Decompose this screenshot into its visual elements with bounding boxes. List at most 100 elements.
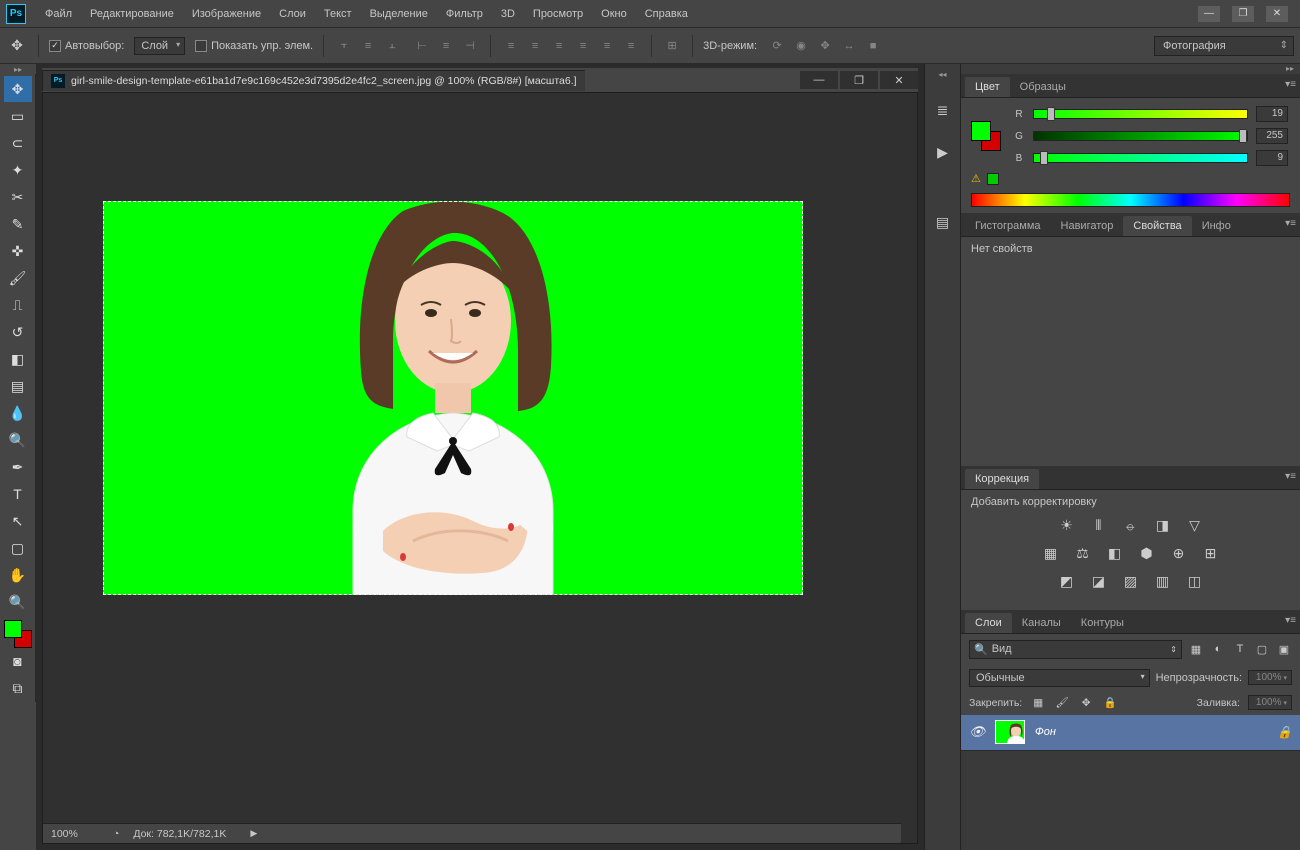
menu-image[interactable]: Изображение [183,4,270,24]
quick-mask-tool[interactable]: ◙ [4,648,32,674]
distribute-hcenter-icon[interactable]: ≡ [597,36,617,56]
distribute-left-icon[interactable]: ≡ [573,36,593,56]
zoom-tool[interactable]: 🔍 [4,589,32,615]
lock-pixels-icon[interactable]: 🖌 [1054,695,1070,711]
menu-select[interactable]: Выделение [361,4,437,24]
corrections-panel-menu-icon[interactable]: ▾≡ [1285,471,1296,482]
lock-transparency-icon[interactable]: ▦ [1030,695,1046,711]
workspace-select[interactable]: Фотография [1154,36,1294,56]
tab-corrections[interactable]: Коррекция [965,469,1039,489]
pen-tool[interactable]: ✒ [4,454,32,480]
screen-mode-tool[interactable]: ⧉ [4,675,32,701]
menu-3d[interactable]: 3D [492,4,524,24]
blur-tool[interactable]: 💧 [4,400,32,426]
invert-icon[interactable]: ◩ [1057,572,1077,592]
3d-slide-icon[interactable]: ↔ [839,36,859,56]
filter-adjustment-icon[interactable]: ◐ [1210,641,1226,657]
threshold-icon[interactable]: ▨ [1121,572,1141,592]
layer-locked-icon[interactable]: 🔒 [1277,725,1292,739]
hand-tool[interactable]: ✋ [4,562,32,588]
color-lookup-icon[interactable]: ⊞ [1201,544,1221,564]
layer-visibility-icon[interactable]: 👁 [969,724,985,740]
lock-all-icon[interactable]: 🔒 [1102,695,1118,711]
window-close-button[interactable]: ✕ [1266,6,1288,22]
black-white-icon[interactable]: ◧ [1105,544,1125,564]
3d-pan-icon[interactable]: ✥ [815,36,835,56]
history-brush-tool[interactable]: ↺ [4,319,32,345]
status-play-icon[interactable]: ▶ [250,828,257,839]
layer-thumbnail[interactable] [995,720,1025,744]
color-spectrum[interactable] [971,193,1290,207]
dodge-tool[interactable]: 🔍 [4,427,32,453]
properties-panel-menu-icon[interactable]: ▾≡ [1285,218,1296,229]
zoom-value[interactable]: 100% [51,828,99,840]
tab-layers[interactable]: Слои [965,613,1012,633]
curves-icon[interactable]: ⦵ [1121,516,1141,536]
g-slider[interactable] [1033,131,1248,141]
layer-item-background[interactable]: 👁 Фон 🔒 [961,715,1300,751]
window-restore-button[interactable]: ❐ [1232,6,1254,22]
toolbox-expand-icon[interactable]: ▸▸ [0,64,36,74]
actions-panel-icon[interactable]: ▶ [931,140,955,164]
opacity-input[interactable]: 100% [1248,670,1292,685]
distribute-bottom-icon[interactable]: ≡ [549,36,569,56]
tab-channels[interactable]: Каналы [1012,613,1071,633]
crop-tool[interactable]: ✂ [4,184,32,210]
menu-layers[interactable]: Слои [270,4,315,24]
distribute-vcenter-icon[interactable]: ≡ [525,36,545,56]
gradient-tool[interactable]: ▤ [4,373,32,399]
3d-orbit-icon[interactable]: ⟳ [767,36,787,56]
tab-navigator[interactable]: Навигатор [1051,216,1124,236]
align-top-icon[interactable]: ⫟ [334,36,354,56]
lock-position-icon[interactable]: ✥ [1078,695,1094,711]
auto-select-checkbox[interactable]: ✓ Автовыбор: [49,40,124,52]
menu-text[interactable]: Текст [315,4,361,24]
b-value[interactable]: 9 [1256,150,1288,166]
color-swatches[interactable] [4,620,32,648]
layer-filter-select[interactable]: 🔍 Вид ⇕ [969,640,1182,659]
show-transform-checkbox[interactable]: Показать упр. элем. [195,40,313,52]
r-slider[interactable] [1033,109,1248,119]
distribute-top-icon[interactable]: ≡ [501,36,521,56]
layers-panel-menu-icon[interactable]: ▾≡ [1285,615,1296,626]
fill-input[interactable]: 100% [1248,695,1292,710]
tab-color[interactable]: Цвет [965,77,1010,97]
gamut-swatch[interactable] [987,173,999,185]
distribute-right-icon[interactable]: ≡ [621,36,641,56]
foreground-swatch[interactable] [4,620,22,638]
g-value[interactable]: 255 [1256,128,1288,144]
menu-edit[interactable]: Редактирование [81,4,183,24]
gamut-warning-icon[interactable]: ⚠ [971,172,981,185]
healing-brush-tool[interactable]: ✜ [4,238,32,264]
eyedropper-tool[interactable]: ✎ [4,211,32,237]
clone-stamp-tool[interactable]: ⎍ [4,292,32,318]
doc-minimize-button[interactable]: — [800,71,838,89]
filter-pixel-icon[interactable]: ▦ [1188,641,1204,657]
canvas-viewport[interactable]: 100% ◔ Док: 782,1K/782,1K ▶ [42,92,918,844]
lasso-tool[interactable]: ⊂ [4,130,32,156]
color-panel-swatches[interactable] [971,121,1001,151]
layer-name[interactable]: Фон [1035,726,1056,738]
tab-properties[interactable]: Свойства [1123,216,1191,236]
tab-histogram[interactable]: Гистограмма [965,216,1051,236]
menu-file[interactable]: Файл [36,4,81,24]
photo-filter-icon[interactable]: ⬢ [1137,544,1157,564]
menu-filter[interactable]: Фильтр [437,4,492,24]
menu-window[interactable]: Окно [592,4,636,24]
align-left-icon[interactable]: ⊢ [412,36,432,56]
align-hcenter-icon[interactable]: ≡ [436,36,456,56]
vibrance-icon[interactable]: ▽ [1185,516,1205,536]
filter-shape-icon[interactable]: ▢ [1254,641,1270,657]
3d-zoom-icon[interactable]: ■ [863,36,883,56]
eraser-tool[interactable]: ◧ [4,346,32,372]
exposure-icon[interactable]: ◨ [1153,516,1173,536]
r-value[interactable]: 19 [1256,106,1288,122]
move-tool[interactable]: ✥ [4,76,32,102]
gradient-map-icon[interactable]: ▥ [1153,572,1173,592]
strip-collapse-icon[interactable]: ◂◂ [938,70,946,80]
filter-type-icon[interactable]: T [1232,641,1248,657]
marquee-tool[interactable]: ▭ [4,103,32,129]
tab-swatches[interactable]: Образцы [1010,77,1076,97]
color-balance-icon[interactable]: ⚖ [1073,544,1093,564]
magic-wand-tool[interactable]: ✦ [4,157,32,183]
